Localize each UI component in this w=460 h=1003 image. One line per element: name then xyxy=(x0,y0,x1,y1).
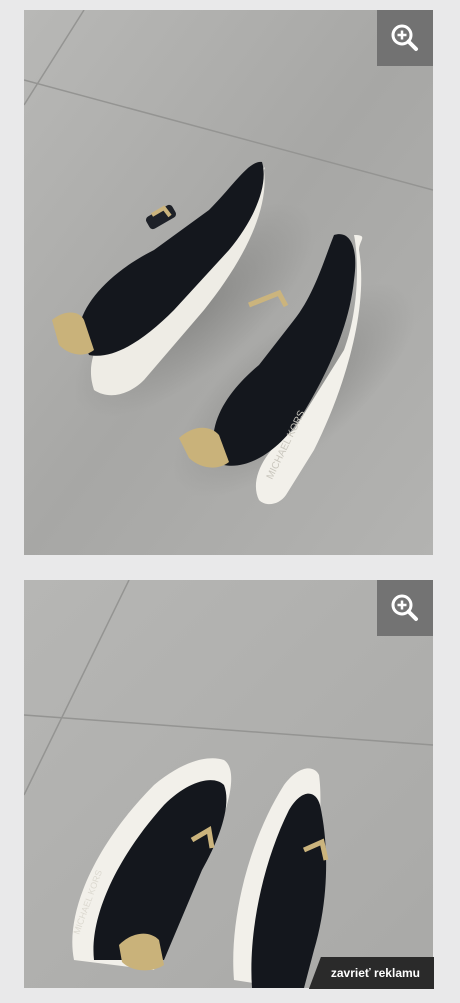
product-photo-2[interactable]: MICHAEL KORS xyxy=(24,580,433,988)
close-ad-button[interactable]: zavrieť reklamu xyxy=(308,957,434,989)
shoes-photo-front-view: MICHAEL KORS xyxy=(24,580,433,988)
close-ad-label: zavrieť reklamu xyxy=(330,966,420,980)
shoes-photo-side-view: MICHAEL KORS xyxy=(24,10,433,555)
zoom-in-icon xyxy=(391,594,418,621)
zoom-in-icon xyxy=(391,24,418,51)
product-photo-1[interactable]: MICHAEL KORS xyxy=(24,10,433,555)
zoom-button[interactable] xyxy=(377,10,433,66)
zoom-button[interactable] xyxy=(377,580,433,636)
